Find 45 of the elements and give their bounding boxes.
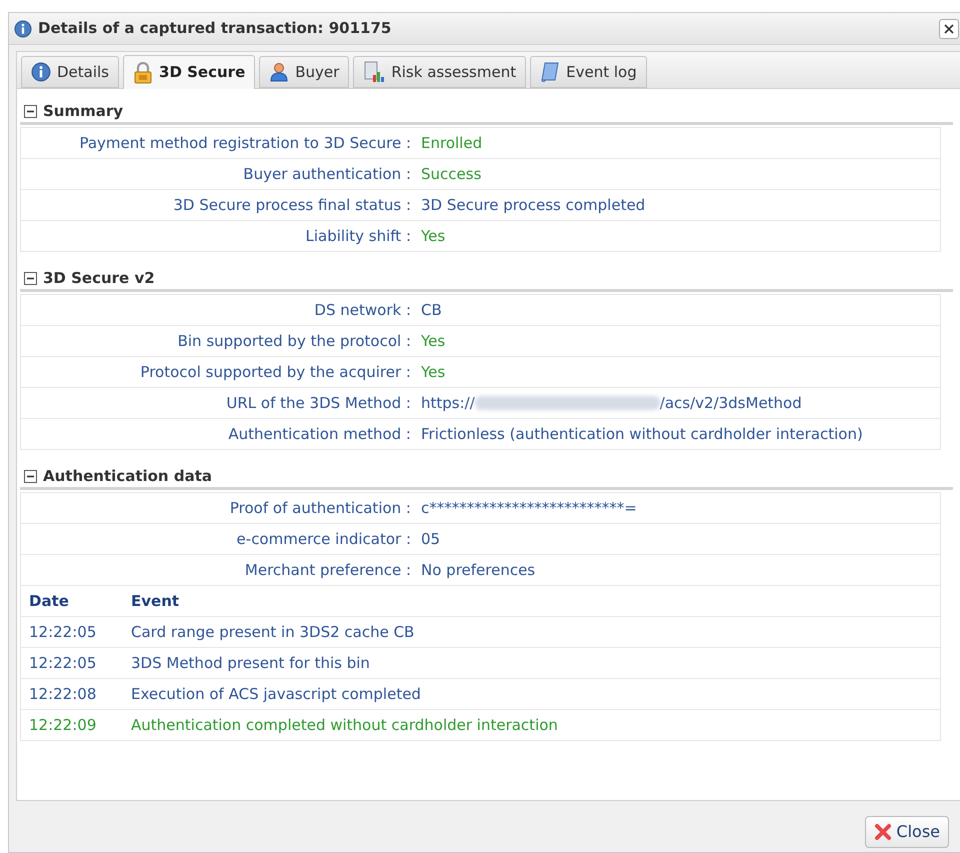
event-time: 12:22:05	[29, 622, 98, 643]
field-label: Buyer authentication :	[242, 164, 412, 185]
event-time: 12:22:08	[29, 684, 98, 705]
field-label: Authentication method :	[227, 424, 412, 445]
field-label: Protocol supported by the acquirer :	[139, 362, 412, 383]
field-value: Frictionless (authentication without cardholder interaction)	[421, 424, 863, 445]
column-header: Date	[29, 590, 70, 612]
event-text: Card range present in 3DS2 cache CB	[131, 622, 414, 643]
field-value: Yes	[421, 226, 446, 247]
field-label: Bin supported by the protocol :	[176, 330, 412, 352]
section-title: 3D Secure v2	[43, 268, 155, 290]
field-label: DS network :	[313, 300, 412, 321]
field-value: 3D Secure process completed	[421, 194, 646, 216]
field-value: Success	[421, 164, 482, 185]
field-value: Yes	[421, 330, 446, 352]
field-value: c**************************=	[421, 498, 637, 519]
tab[interactable]: 3D Secure	[123, 55, 256, 89]
event-time: 12:22:05	[29, 652, 98, 674]
field-label: Payment method registration to 3D Secure :	[78, 132, 412, 154]
tab[interactable]: Buyer	[259, 56, 350, 88]
window-title: Details of a captured transaction: 901175	[38, 18, 392, 40]
field-value: Enrolled	[421, 132, 482, 154]
event-text: Authentication completed without cardholder interaction	[131, 714, 558, 736]
field-value: 05	[421, 528, 440, 550]
section-title: Authentication data	[43, 466, 212, 488]
field-label: Proof of authentication :	[228, 498, 412, 519]
field-value: No preferences	[421, 560, 536, 581]
close-button[interactable]: Close	[865, 816, 949, 848]
event-time: 12:22:09	[29, 714, 98, 736]
field-label: Liability shift :	[304, 226, 412, 247]
field-label: Merchant preference :	[244, 560, 412, 581]
field-value: CB	[421, 300, 442, 321]
event-text: 3DS Method present for this bin	[131, 652, 370, 674]
field-label: 3D Secure process final status :	[172, 194, 412, 216]
section-title: Summary	[43, 101, 124, 122]
tab[interactable]: Details	[21, 56, 120, 88]
field-value: Yes	[421, 362, 446, 383]
tab[interactable]: Event log	[530, 56, 647, 88]
event-text: Execution of ACS javascript completed	[131, 684, 421, 705]
field-label: e-commerce indicator :	[236, 528, 412, 550]
field-value: /acs/v2/3dsMethod	[660, 392, 802, 414]
column-header: Event	[131, 590, 180, 612]
tab[interactable]: Risk assessment	[353, 56, 526, 88]
field-value: https://	[421, 392, 475, 414]
field-label: URL of the 3DS Method :	[225, 392, 412, 414]
